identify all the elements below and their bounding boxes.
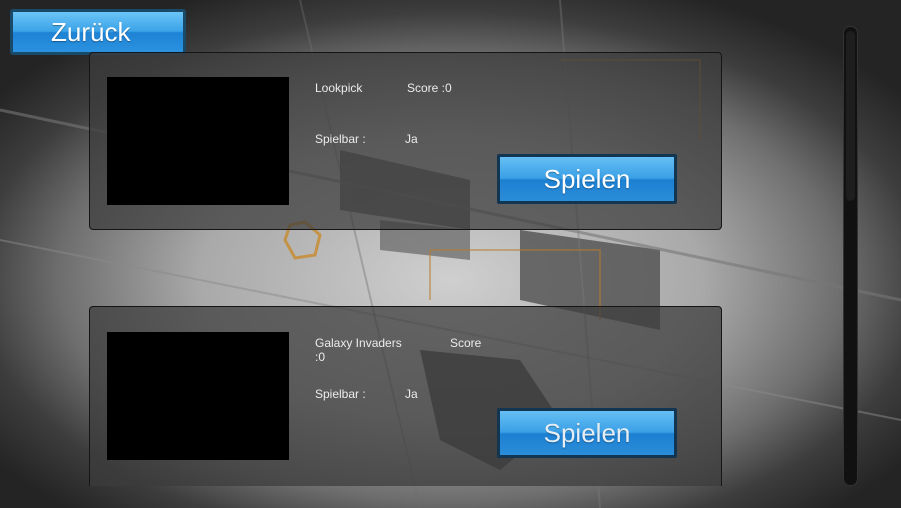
playable-label: Spielbar :: [315, 387, 366, 401]
game-card-galaxy-invaders: Galaxy Invaders Score :0 Spielbar : Ja S…: [89, 306, 722, 486]
game-thumbnail: [107, 332, 289, 460]
game-score-label: Score: [450, 336, 482, 350]
play-button[interactable]: Spielen: [497, 154, 677, 204]
scrollbar-thumb[interactable]: [846, 31, 855, 201]
game-card-lookpick: Lookpick Score :0 Spielbar : Ja Spielen: [89, 52, 722, 230]
game-name: Lookpick: [315, 81, 363, 95]
game-thumbnail: [107, 77, 289, 205]
play-button[interactable]: Spielen: [497, 408, 677, 458]
game-name: Galaxy Invaders: [315, 336, 402, 350]
playable-value: Ja: [405, 132, 418, 146]
playable-label: Spielbar :: [315, 132, 366, 146]
playable-value: Ja: [405, 387, 418, 401]
vertical-scrollbar[interactable]: [843, 26, 858, 486]
game-score: Score :0: [407, 81, 452, 95]
back-button[interactable]: Zurück: [10, 9, 186, 55]
game-score-value: :0: [315, 350, 326, 364]
